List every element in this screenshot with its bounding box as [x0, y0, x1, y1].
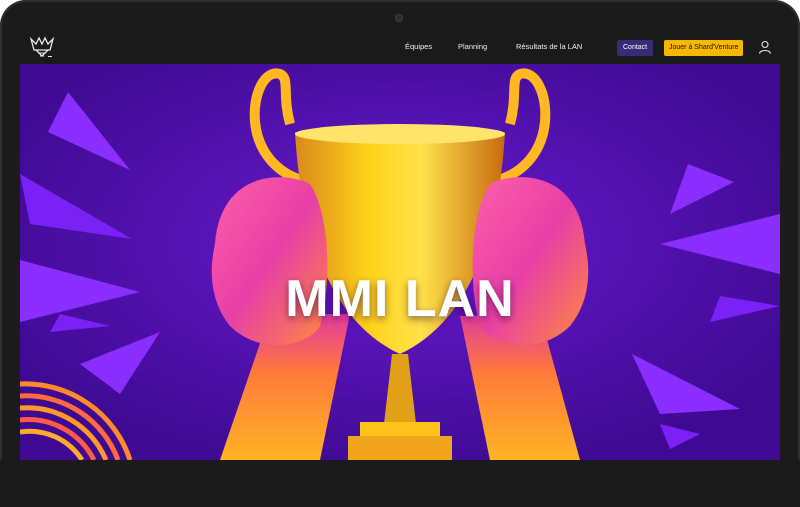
nav-link-resultats[interactable]: Résultats de la LAN [516, 42, 582, 51]
screen: Équipes Planning Résultats de la LAN Con… [20, 32, 780, 460]
laptop-frame: Équipes Planning Résultats de la LAN Con… [0, 0, 800, 507]
hero-trophy-illustration [20, 64, 780, 460]
nav-link-planning[interactable]: Planning [458, 42, 487, 51]
user-icon[interactable] [758, 40, 772, 54]
laptop-bezel-bottom [0, 460, 800, 507]
trophy-crown-logo[interactable] [28, 35, 56, 61]
contact-button[interactable]: Contact [617, 40, 654, 56]
navbar: Équipes Planning Résultats de la LAN Con… [20, 32, 780, 64]
camera-icon [395, 14, 403, 22]
play-shardventure-button[interactable]: Jouer à Shard'Venture [664, 40, 744, 56]
hero-title: MMI LAN [285, 270, 515, 328]
hero-banner: MMI LAN [20, 64, 780, 460]
nav-link-equipes[interactable]: Équipes [405, 42, 432, 51]
